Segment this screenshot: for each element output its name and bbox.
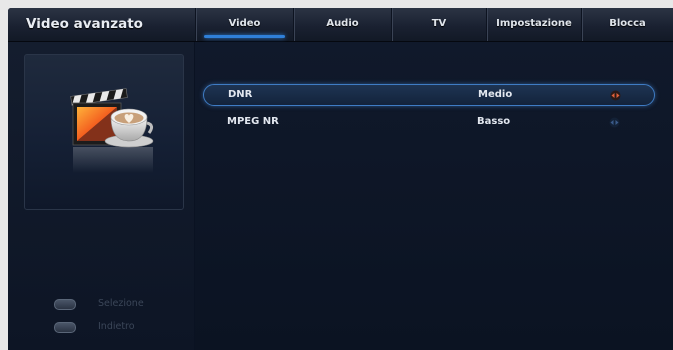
hint-selezione: Selezione [98,298,144,309]
left-panel: Selezione Indietro [8,42,194,350]
category-thumbnail [24,54,184,210]
setting-row-mpeg-nr[interactable]: MPEG NR Basso [203,112,655,134]
setting-value: Basso [477,116,511,127]
tab-video[interactable]: Video [195,8,293,41]
tab-tv[interactable]: TV [391,8,486,41]
left-right-arrow-icon[interactable] [609,117,620,128]
tab-blocca[interactable]: Blocca [581,8,673,41]
page-title: Video avanzato [26,16,143,32]
setting-label: MPEG NR [227,116,279,127]
ok-key-icon [54,299,76,310]
setting-label: DNR [228,89,253,100]
hint-indietro: Indietro [98,321,135,332]
video-clapper-icon [70,88,154,173]
left-right-arrow-icon[interactable] [610,90,621,101]
screen: Video avanzato Video Audio TV Impostazio… [8,8,673,350]
top-menu-bar: Video avanzato Video Audio TV Impostazio… [8,8,673,42]
return-key-icon [54,322,76,333]
tab-impostazione[interactable]: Impostazione [486,8,581,41]
setting-value: Medio [478,89,513,100]
settings-panel: DNR Medio MPEG NR Basso [195,42,673,350]
setting-row-dnr[interactable]: DNR Medio [203,84,655,106]
tab-audio[interactable]: Audio [293,8,391,41]
